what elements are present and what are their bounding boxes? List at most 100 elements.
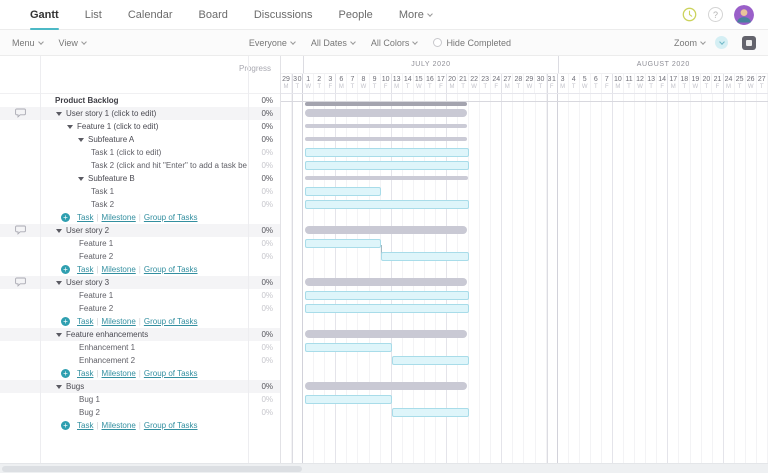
dates-filter-dropdown[interactable]: All Dates [311,38,355,48]
gantt-bar-task[interactable] [392,408,469,417]
gantt-bar-summary[interactable] [305,330,467,338]
add-item-row[interactable]: +Task|Milestone|Group of Tasks [0,263,280,276]
task-row[interactable]: Feature 20% [0,250,280,263]
add-item-row[interactable]: +Task|Milestone|Group of Tasks [0,419,280,432]
task-row[interactable]: Enhancement 10% [0,341,280,354]
zoom-dropdown[interactable]: Zoom [674,38,705,48]
task-row[interactable]: Bug 10% [0,393,280,406]
tab-people[interactable]: People [339,0,373,30]
gantt-bar-task[interactable] [305,161,469,170]
assignee-filter-dropdown[interactable]: Everyone [249,38,295,48]
collapse-caret-icon[interactable] [56,112,62,116]
gantt-bar-task[interactable] [305,148,469,157]
gantt-bar-task[interactable] [305,291,469,300]
gantt-bar-task[interactable] [392,356,469,365]
gantt-bar-task[interactable] [305,187,380,196]
task-row[interactable]: Task 20% [0,198,280,211]
gantt-bar-groupline[interactable] [305,176,468,180]
gantt-bar-summary[interactable] [305,109,467,117]
task-row[interactable]: Task 1 (click to edit)0% [0,146,280,159]
task-row[interactable]: Enhancement 20% [0,354,280,367]
comment-bubble-icon[interactable] [15,225,26,237]
task-row[interactable]: User story 20% [0,224,280,237]
collapse-caret-icon[interactable] [56,333,62,337]
gantt-bar-task[interactable] [305,304,469,313]
collapse-caret-icon[interactable] [56,385,62,389]
task-row[interactable]: Task 10% [0,185,280,198]
timer-clock-icon[interactable] [682,7,697,22]
add-task-link[interactable]: Task [77,213,93,222]
add-item-row[interactable]: +Task|Milestone|Group of Tasks [0,367,280,380]
add-icon[interactable]: + [61,317,70,326]
task-row[interactable]: Bug 20% [0,406,280,419]
task-row[interactable]: Subfeature A0% [0,133,280,146]
task-row[interactable]: Product Backlog0% [0,94,280,107]
gantt-bar-task[interactable] [305,395,391,404]
add-group-link[interactable]: Group of Tasks [144,265,198,274]
add-icon[interactable]: + [61,369,70,378]
colors-filter-dropdown[interactable]: All Colors [371,38,418,48]
add-item-row[interactable]: +Task|Milestone|Group of Tasks [0,315,280,328]
gantt-bar-task[interactable] [305,343,391,352]
task-row[interactable]: Feature 10% [0,237,280,250]
add-task-link[interactable]: Task [77,317,93,326]
add-group-link[interactable]: Group of Tasks [144,317,198,326]
color-mode-dropdown[interactable] [715,36,728,49]
comment-bubble-icon[interactable] [15,277,26,289]
collapse-caret-icon[interactable] [56,229,62,233]
scrollbar-thumb[interactable] [2,466,302,472]
collapse-caret-icon[interactable] [78,177,84,181]
tab-list[interactable]: List [85,0,102,30]
add-task-link[interactable]: Task [77,369,93,378]
collapse-caret-icon[interactable] [78,138,84,142]
task-row[interactable]: Feature enhancements0% [0,328,280,341]
task-row[interactable]: Subfeature B0% [0,172,280,185]
task-row[interactable]: User story 30% [0,276,280,289]
chart-view-icon[interactable] [742,36,756,50]
gantt-bar-project[interactable] [305,102,467,106]
add-milestone-link[interactable]: Milestone [102,213,136,222]
help-icon[interactable]: ? [708,7,723,22]
add-milestone-link[interactable]: Milestone [102,317,136,326]
add-group-link[interactable]: Group of Tasks [144,421,198,430]
gantt-bar-groupline[interactable] [305,124,467,128]
tab-board[interactable]: Board [199,0,228,30]
add-milestone-link[interactable]: Milestone [102,369,136,378]
add-task-link[interactable]: Task [77,265,93,274]
hide-completed-checkbox[interactable] [433,38,442,47]
collapse-caret-icon[interactable] [56,281,62,285]
add-milestone-link[interactable]: Milestone [102,265,136,274]
task-row[interactable]: Bugs0% [0,380,280,393]
user-avatar[interactable] [734,5,754,25]
add-task-link[interactable]: Task [77,421,93,430]
horizontal-scrollbar[interactable] [0,463,768,473]
gantt-bar-summary[interactable] [305,226,467,234]
task-row[interactable]: Task 2 (click and hit "Enter" to add a t… [0,159,280,172]
hide-completed-toggle[interactable]: Hide Completed [433,38,511,48]
gantt-bar-groupline[interactable] [305,137,467,141]
gantt-bar-task[interactable] [305,200,469,209]
add-group-link[interactable]: Group of Tasks [144,213,198,222]
tab-calendar[interactable]: Calendar [128,0,173,30]
task-row[interactable]: User story 1 (click to edit)0% [0,107,280,120]
add-milestone-link[interactable]: Milestone [102,421,136,430]
add-icon[interactable]: + [61,213,70,222]
tab-discussions[interactable]: Discussions [254,0,313,30]
comment-bubble-icon[interactable] [15,108,26,120]
add-icon[interactable]: + [61,265,70,274]
gantt-bar-summary[interactable] [305,278,467,286]
tab-gantt[interactable]: Gantt [30,0,59,30]
task-row[interactable]: Feature 1 (click to edit)0% [0,120,280,133]
task-row[interactable]: Feature 10% [0,289,280,302]
menu-dropdown[interactable]: Menu [12,38,43,48]
tab-more[interactable]: More [399,0,432,30]
gantt-bar-task[interactable] [305,239,380,248]
add-icon[interactable]: + [61,421,70,430]
view-dropdown[interactable]: View [59,38,86,48]
task-row[interactable]: Feature 20% [0,302,280,315]
gantt-bar-task[interactable] [381,252,470,261]
gantt-bar-summary[interactable] [305,382,467,390]
add-group-link[interactable]: Group of Tasks [144,369,198,378]
collapse-caret-icon[interactable] [67,125,73,129]
add-item-row[interactable]: +Task|Milestone|Group of Tasks [0,211,280,224]
